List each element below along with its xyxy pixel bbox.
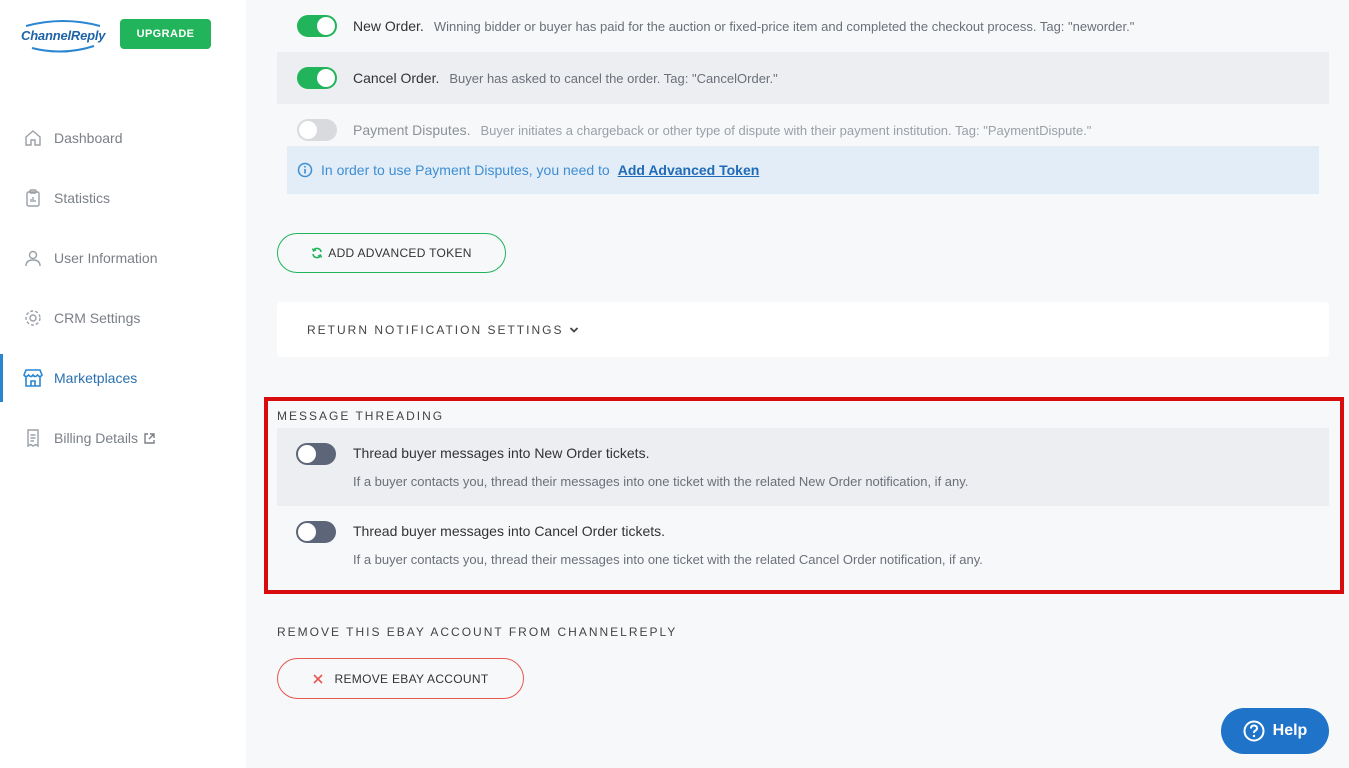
sidebar: ChannelReply UPGRADE Dashboard Statistic…	[0, 0, 246, 768]
sidebar-item-label: Billing Details	[54, 430, 139, 446]
notification-title: Cancel Order.	[353, 70, 440, 86]
notification-row-new-order: New Order. Winning bidder or buyer has p…	[277, 0, 1329, 52]
notification-title: New Order.	[353, 18, 424, 34]
thread-new-order-toggle[interactable]	[296, 443, 336, 465]
receipt-icon	[22, 427, 44, 449]
sidebar-item-billing-details[interactable]: Billing Details	[0, 414, 246, 462]
chevron-down-icon	[569, 326, 579, 334]
message-threading-heading: MESSAGE THREADING	[277, 409, 445, 423]
thread-desc: If a buyer contacts you, thread their me…	[353, 552, 983, 567]
toggle-knob	[317, 69, 335, 87]
add-advanced-token-button[interactable]: ADD ADVANCED TOKEN	[277, 233, 506, 273]
thread-title: Thread buyer messages into New Order tic…	[353, 445, 650, 461]
notification-desc: Buyer initiates a chargeback or other ty…	[480, 122, 1092, 138]
gear-icon	[22, 307, 44, 329]
help-button[interactable]: Help	[1221, 708, 1329, 754]
logo-text: ChannelReply	[21, 28, 106, 43]
thread-row-new-order: Thread buyer messages into New Order tic…	[277, 428, 1329, 506]
add-advanced-token-link[interactable]: Add Advanced Token	[618, 162, 760, 178]
return-settings-label: RETURN NOTIFICATION SETTINGS	[307, 322, 564, 337]
sidebar-item-label: User Information	[54, 250, 158, 266]
close-icon	[312, 673, 323, 684]
advanced-token-info: In order to use Payment Disputes, you ne…	[287, 146, 1319, 194]
remove-account-heading: REMOVE THIS EBAY ACCOUNT FROM CHANNELREP…	[277, 625, 678, 639]
sidebar-item-crm-settings[interactable]: CRM Settings	[0, 294, 246, 342]
remove-ebay-account-label: REMOVE EBAY ACCOUNT	[334, 671, 489, 686]
thread-desc: If a buyer contacts you, thread their me…	[353, 474, 969, 489]
thread-cancel-order-toggle[interactable]	[296, 521, 336, 543]
sidebar-item-statistics[interactable]: Statistics	[0, 174, 246, 222]
toggle-knob	[317, 17, 335, 35]
toggle-knob	[298, 445, 316, 463]
payment-disputes-toggle[interactable]	[297, 119, 337, 141]
notification-title: Payment Disputes.	[353, 122, 471, 138]
add-advanced-token-label: ADD ADVANCED TOKEN	[328, 246, 472, 260]
external-link-icon	[144, 432, 155, 444]
help-label: Help	[1272, 722, 1308, 739]
sidebar-item-label: Marketplaces	[54, 370, 138, 386]
upgrade-button[interactable]: UPGRADE	[120, 19, 211, 49]
question-icon	[1243, 720, 1265, 742]
notification-desc: Winning bidder or buyer has paid for the…	[433, 18, 1135, 34]
info-text: In order to use Payment Disputes, you ne…	[321, 162, 610, 178]
sidebar-item-dashboard[interactable]: Dashboard	[0, 114, 246, 162]
clipboard-icon	[22, 187, 44, 209]
toggle-knob	[299, 121, 317, 139]
home-icon	[22, 127, 44, 149]
sidebar-item-label: Statistics	[54, 190, 111, 206]
notification-row-cancel-order: Cancel Order. Buyer has asked to cancel …	[277, 52, 1329, 104]
main-content: New Order. Winning bidder or buyer has p…	[246, 0, 1349, 768]
user-icon	[22, 247, 44, 269]
refresh-icon	[311, 247, 323, 259]
cancel-order-toggle[interactable]	[297, 67, 337, 89]
info-icon	[297, 162, 313, 178]
toggle-knob	[298, 523, 316, 541]
new-order-toggle[interactable]	[297, 15, 337, 37]
sidebar-item-label: CRM Settings	[54, 310, 141, 326]
return-notification-settings[interactable]: RETURN NOTIFICATION SETTINGS	[277, 302, 1329, 357]
channelreply-logo[interactable]: ChannelReply	[18, 18, 108, 54]
store-icon	[22, 367, 44, 389]
sidebar-item-marketplaces[interactable]: Marketplaces	[0, 354, 246, 402]
remove-ebay-account-button[interactable]: REMOVE EBAY ACCOUNT	[277, 658, 524, 699]
sidebar-item-label: Dashboard	[54, 130, 123, 146]
thread-row-cancel-order: Thread buyer messages into Cancel Order …	[277, 506, 1329, 584]
thread-title: Thread buyer messages into Cancel Order …	[353, 523, 666, 539]
notification-desc: Buyer has asked to cancel the order. Tag…	[449, 70, 778, 86]
sidebar-item-user-information[interactable]: User Information	[0, 234, 246, 282]
